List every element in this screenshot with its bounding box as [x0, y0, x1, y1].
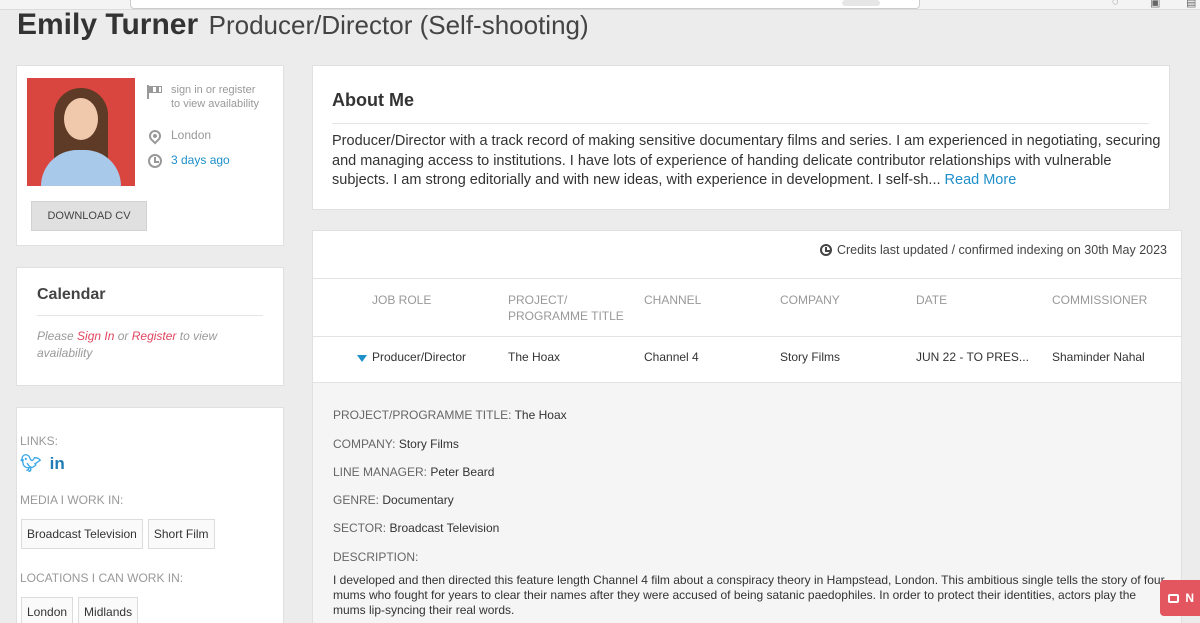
detail-label: LINE MANAGER:	[333, 465, 428, 479]
twitter-icon[interactable]: 🐦︎	[20, 455, 42, 472]
calendar-note: Please Sign In or Register to view avail…	[37, 328, 237, 362]
detail-description-label: DESCRIPTION:	[333, 550, 419, 564]
read-more-link[interactable]: Read More	[945, 172, 1017, 188]
divider	[37, 315, 263, 316]
location-tags: London Midlands	[21, 597, 139, 623]
about-title: About Me	[332, 90, 414, 110]
availability-line-2: to view availability	[171, 98, 260, 110]
detail-description-text: I developed and then directed this featu…	[333, 573, 1165, 617]
column-header-date[interactable]: DATE	[916, 292, 1041, 308]
availability-line-1: sign in or register	[171, 84, 256, 96]
about-text: Producer/Director with a track record of…	[332, 132, 1164, 191]
detail-genre: GENRE: Documentary	[333, 493, 454, 507]
last-active-text: 3 days ago	[171, 153, 230, 167]
divider	[313, 336, 1181, 337]
location-text: London	[171, 128, 212, 142]
credits-card: Credits last updated / confirmed indexin…	[312, 230, 1182, 623]
cell-channel: Channel 4	[644, 350, 699, 364]
cell-job-role[interactable]: Producer/Director	[372, 350, 466, 364]
divider	[332, 123, 1149, 124]
media-label: MEDIA I WORK IN:	[20, 493, 124, 507]
cell-project: The Hoax	[508, 350, 561, 364]
media-tag[interactable]: Broadcast Television	[21, 519, 143, 549]
clock-icon	[819, 244, 832, 256]
linkedin-icon[interactable]: in	[50, 455, 65, 472]
cell-company: Story Films	[780, 350, 840, 364]
detail-label: GENRE:	[333, 493, 380, 507]
divider	[313, 278, 1181, 279]
flag-icon	[147, 83, 163, 99]
chevron-down-icon[interactable]	[357, 355, 367, 362]
detail-project: PROJECT/PROGRAMME TITLE: The Hoax	[333, 408, 567, 422]
detail-label: COMPANY:	[333, 437, 396, 451]
about-body: Producer/Director with a track record of…	[332, 133, 1161, 188]
media-tags: Broadcast Television Short Film	[21, 519, 215, 549]
calendar-card: Calendar Please Sign In or Register to v…	[16, 267, 284, 386]
extension-icon-3[interactable]: ▤	[1186, 0, 1196, 9]
chat-button[interactable]: N	[1160, 580, 1200, 616]
location-pin-icon	[146, 127, 164, 145]
detail-value: Documentary	[382, 493, 454, 507]
detail-label: SECTOR:	[333, 521, 387, 535]
address-chip[interactable]	[842, 0, 880, 6]
detail-sector: SECTOR: Broadcast Television	[333, 521, 499, 535]
profile-photo	[27, 78, 135, 186]
links-label: LINKS:	[20, 434, 59, 448]
location-tag[interactable]: London	[21, 597, 74, 623]
location-tag[interactable]: Midlands	[78, 597, 139, 623]
calendar-text-please: Please	[37, 329, 78, 343]
detail-value: Story Films	[398, 437, 459, 451]
column-header-company[interactable]: COMPANY	[780, 292, 905, 308]
detail-line-manager: LINE MANAGER: Peter Beard	[333, 465, 494, 479]
sign-in-link[interactable]: Sign In	[77, 329, 114, 343]
extension-icon[interactable]: ◌	[1112, 0, 1119, 8]
media-tag[interactable]: Short Film	[147, 519, 215, 549]
clock-icon	[147, 153, 163, 169]
location-line: London	[146, 127, 212, 145]
credits-updated: Credits last updated / confirmed indexin…	[819, 243, 1167, 257]
detail-value: The Hoax	[514, 408, 567, 422]
cell-commissioner: Shaminder Nahal	[1052, 350, 1145, 364]
locations-label: LOCATIONS I CAN WORK IN:	[20, 571, 184, 585]
social-links: 🐦︎ in	[20, 455, 65, 472]
calendar-title: Calendar	[37, 286, 106, 303]
register-link[interactable]: Register	[132, 329, 177, 343]
detail-value: Peter Beard	[430, 465, 495, 479]
download-cv-button[interactable]: DOWNLOAD CV	[31, 201, 147, 231]
availability-note: sign in or register to view availability	[147, 83, 259, 111]
profile-card: sign in or register to view availability…	[16, 65, 284, 246]
last-active-line: 3 days ago	[147, 153, 230, 169]
extension-icon-2[interactable]: ▣	[1150, 0, 1160, 9]
detail-value: Broadcast Television	[389, 521, 500, 535]
column-header-job-role[interactable]: JOB ROLE	[372, 292, 497, 308]
column-header-commissioner[interactable]: COMMISSIONER	[1052, 292, 1177, 308]
about-card: About Me Producer/Director with a track …	[312, 65, 1170, 210]
cell-date: JUN 22 - TO PRES...	[916, 350, 1029, 364]
calendar-text-or: or	[114, 329, 132, 343]
profile-heading: Emily Turner Producer/Director (Self-sho…	[17, 8, 589, 42]
detail-label: PROJECT/PROGRAMME TITLE:	[333, 408, 512, 422]
profile-title: Producer/Director (Self-shooting)	[208, 10, 589, 40]
credits-updated-text: Credits last updated / confirmed indexin…	[836, 243, 1167, 257]
chat-label: N	[1185, 591, 1194, 605]
column-header-channel[interactable]: CHANNEL	[644, 292, 769, 308]
chat-bubble-icon	[1168, 593, 1180, 603]
column-header-project[interactable]: PROJECT/ PROGRAMME TITLE	[508, 292, 633, 324]
detail-company: COMPANY: Story Films	[333, 437, 459, 451]
profile-name: Emily Turner	[17, 8, 199, 41]
